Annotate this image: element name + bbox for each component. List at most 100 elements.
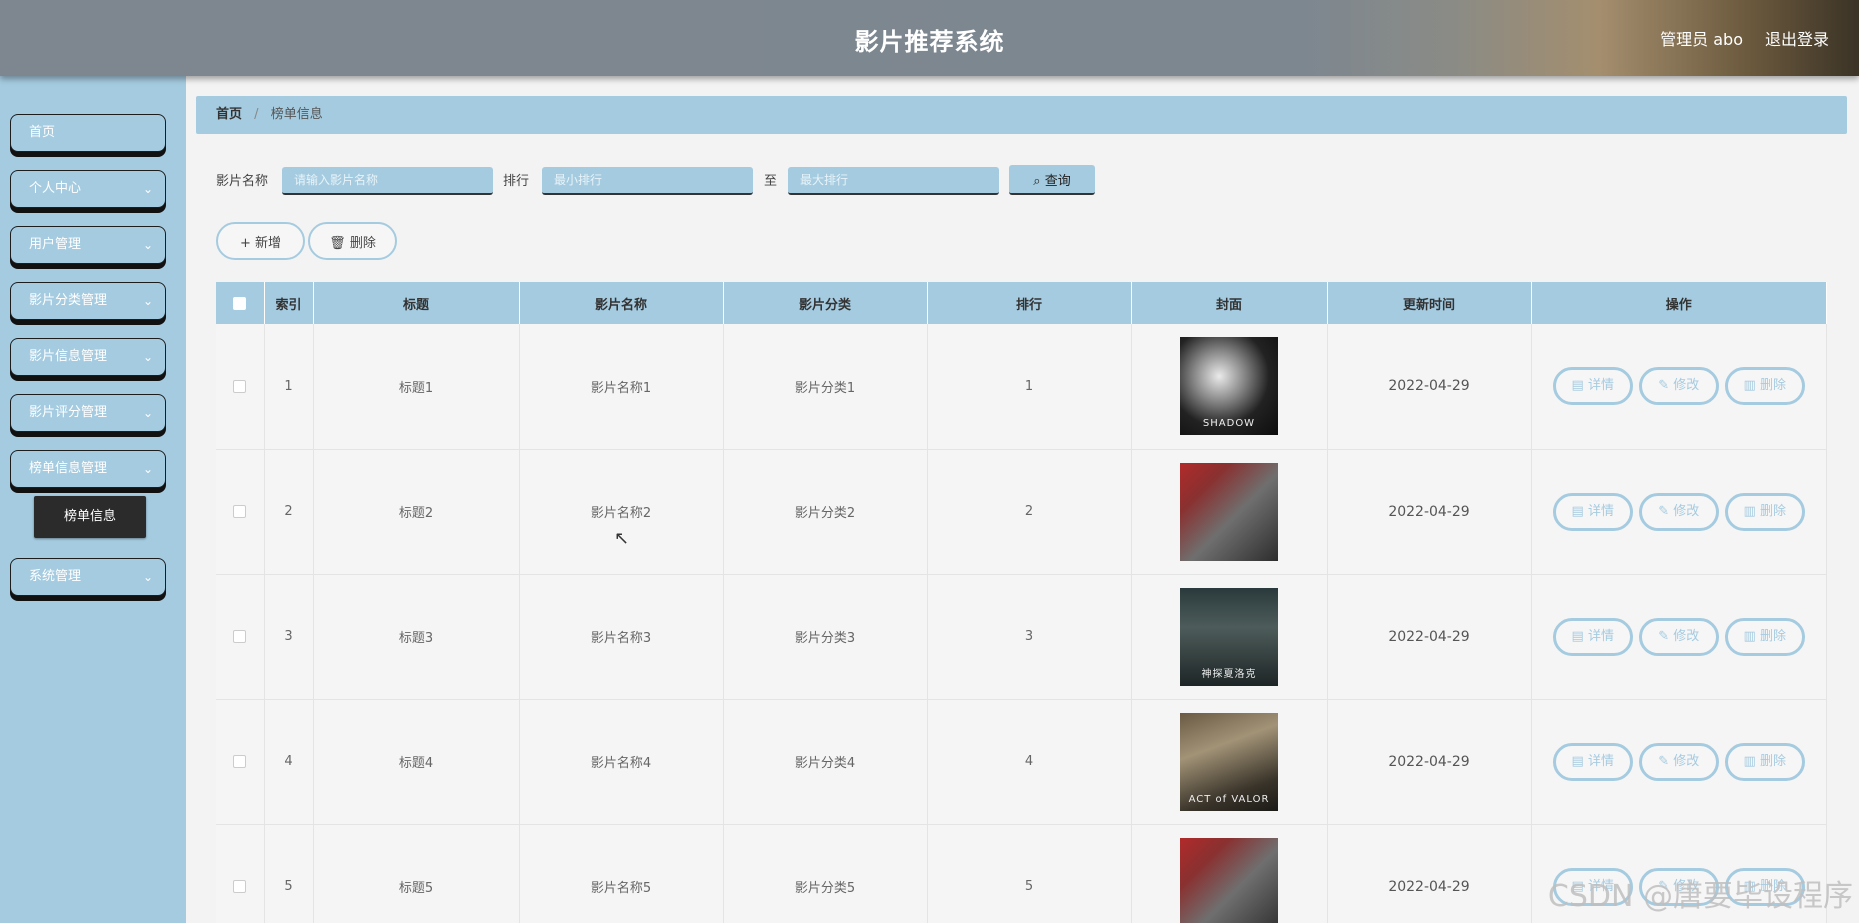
- sidebar-item-label: 影片分类管理: [29, 293, 108, 308]
- chevron-down-icon: ⌄: [142, 462, 153, 476]
- cell-rank: 4: [927, 699, 1132, 825]
- select-all-checkbox[interactable]: [233, 296, 247, 310]
- row-select-cell: [216, 824, 265, 923]
- detail-button-label: 详情: [1587, 503, 1614, 519]
- edit-button[interactable]: ✎ 修改: [1638, 367, 1719, 406]
- detail-button[interactable]: ▤ 详情: [1552, 742, 1633, 781]
- cover-image[interactable]: [1180, 462, 1278, 561]
- row-select-cell: [216, 449, 265, 575]
- cell-index: 2: [264, 449, 314, 575]
- mouse-cursor-icon: ↖: [614, 528, 630, 549]
- detail-button[interactable]: ▤ 详情: [1552, 367, 1633, 406]
- cell-title: 标题3: [313, 574, 520, 700]
- cell-cover: SHADOW: [1131, 324, 1328, 450]
- delete-button-label: 删除: [1759, 378, 1786, 394]
- plus-icon: +: [239, 235, 251, 251]
- edit-button-label: 修改: [1673, 503, 1700, 519]
- batch-delete-button[interactable]: 🗑 删除: [308, 222, 397, 260]
- edit-button[interactable]: ✎ 修改: [1638, 617, 1719, 656]
- edit-button[interactable]: ✎ 修改: [1638, 742, 1719, 781]
- delete-button-label: 删除: [1759, 628, 1786, 644]
- detail-button[interactable]: ▤ 详情: [1552, 617, 1633, 656]
- sidebar-item-label: 系统管理: [29, 569, 82, 584]
- cover-image[interactable]: SHADOW: [1180, 337, 1278, 436]
- cell-index: 5: [264, 824, 314, 923]
- detail-button-label: 详情: [1587, 378, 1614, 394]
- cover-text: SHADOW: [1202, 418, 1256, 430]
- table-row: 1 标题1 影片名称1 影片分类1 1 SHADOW 2022-04-29 ▤ …: [216, 324, 1827, 450]
- sidebar-item-user-management[interactable]: 用户管理 ⌄: [10, 226, 166, 264]
- header-title: 标题: [313, 282, 520, 324]
- cell-update-time: 2022-04-29: [1327, 699, 1532, 825]
- row-checkbox[interactable]: [233, 630, 247, 643]
- breadcrumb-current: 榜单信息: [270, 107, 323, 122]
- sidebar-item-rating-management[interactable]: 影片评分管理 ⌄: [10, 394, 166, 432]
- watermark-text: CSDN @唐要毕设程序: [1547, 879, 1853, 914]
- logout-button[interactable]: 退出登录: [1765, 26, 1829, 50]
- app-title: 影片推荐系统: [854, 28, 1005, 56]
- cell-movie-name: 影片名称5: [519, 824, 724, 923]
- rank-min-input[interactable]: [542, 167, 753, 195]
- cell-cover: [1131, 449, 1328, 575]
- cell-update-time: 2022-04-29: [1327, 324, 1532, 450]
- detail-button[interactable]: ▤ 详情: [1552, 492, 1633, 531]
- cell-actions: ▤ 详情 ✎ 修改 ▥ 删除: [1531, 699, 1827, 825]
- cell-actions: ▤ 详情 ✎ 修改 ▥ 删除: [1531, 449, 1827, 575]
- edit-button-label: 修改: [1673, 378, 1700, 394]
- cell-cover: ACT of VALOR: [1131, 699, 1328, 825]
- edit-button[interactable]: ✎ 修改: [1638, 492, 1719, 531]
- cell-category: 影片分类1: [723, 324, 928, 450]
- cover-image[interactable]: [1180, 837, 1278, 923]
- batch-delete-button-label: 删除: [349, 235, 376, 251]
- sidebar-item-label: 用户管理: [29, 237, 82, 252]
- trash-icon: ▥: [1743, 378, 1756, 394]
- sidebar-item-home[interactable]: 首页: [10, 114, 166, 152]
- sidebar-item-system-management[interactable]: 系统管理 ⌄: [10, 558, 166, 596]
- edit-button-label: 修改: [1673, 753, 1700, 769]
- chevron-down-icon: ⌄: [142, 350, 153, 364]
- cell-title: 标题5: [313, 824, 520, 923]
- cell-movie-name: 影片名称2: [519, 449, 724, 575]
- movie-name-label: 影片名称: [216, 174, 269, 189]
- add-button[interactable]: + 新增: [216, 222, 305, 260]
- row-checkbox[interactable]: [233, 505, 247, 518]
- cell-category: 影片分类4: [723, 699, 928, 825]
- header-actions: 操作: [1531, 282, 1827, 324]
- rank-max-input[interactable]: [788, 167, 999, 195]
- row-checkbox[interactable]: [233, 880, 247, 893]
- pencil-icon: ✎: [1658, 503, 1670, 519]
- delete-button[interactable]: ▥ 删除: [1724, 617, 1805, 656]
- sidebar-item-label: 影片信息管理: [29, 349, 108, 364]
- current-user: 管理员 abo: [1660, 30, 1743, 49]
- sidebar-item-movie-management[interactable]: 影片信息管理 ⌄: [10, 338, 166, 376]
- query-button[interactable]: ⌕ 查询: [1009, 165, 1095, 195]
- cell-actions: ▤ 详情 ✎ 修改 ▥ 删除: [1531, 324, 1827, 450]
- row-checkbox[interactable]: [233, 379, 247, 393]
- sidebar-item-ranking-management[interactable]: 榜单信息管理 ⌄: [10, 450, 166, 488]
- trash-icon: ▥: [1743, 503, 1756, 519]
- breadcrumb-home[interactable]: 首页: [216, 107, 242, 122]
- document-icon: ▤: [1571, 628, 1584, 644]
- cover-image[interactable]: ACT of VALOR: [1180, 712, 1278, 811]
- cover-image[interactable]: 神探夏洛克: [1180, 587, 1278, 686]
- table-row: 4 标题4 影片名称4 影片分类4 4 ACT of VALOR 2022-04…: [216, 699, 1827, 825]
- delete-button-label: 删除: [1759, 503, 1786, 519]
- sidebar-item-label: 榜单信息管理: [29, 461, 108, 476]
- breadcrumb-separator: /: [254, 107, 259, 122]
- delete-button[interactable]: ▥ 删除: [1724, 742, 1805, 781]
- sidebar-subitem-ranking-info[interactable]: 榜单信息: [34, 496, 146, 538]
- chevron-down-icon: ⌄: [142, 182, 153, 196]
- row-checkbox[interactable]: [233, 755, 247, 768]
- header-index: 索引: [264, 282, 314, 324]
- sidebar-item-label: 首页: [29, 125, 56, 140]
- header-movie-name: 影片名称: [519, 282, 724, 324]
- sidebar-item-personal-center[interactable]: 个人中心 ⌄: [10, 170, 166, 208]
- delete-button[interactable]: ▥ 删除: [1724, 367, 1805, 406]
- sidebar-item-category-management[interactable]: 影片分类管理 ⌄: [10, 282, 166, 320]
- delete-button[interactable]: ▥ 删除: [1724, 492, 1805, 531]
- add-button-label: 新增: [255, 235, 282, 251]
- movie-name-input[interactable]: [282, 167, 493, 195]
- row-select-cell: [216, 324, 265, 450]
- row-select-cell: [216, 574, 265, 700]
- cell-update-time: 2022-04-29: [1327, 574, 1532, 700]
